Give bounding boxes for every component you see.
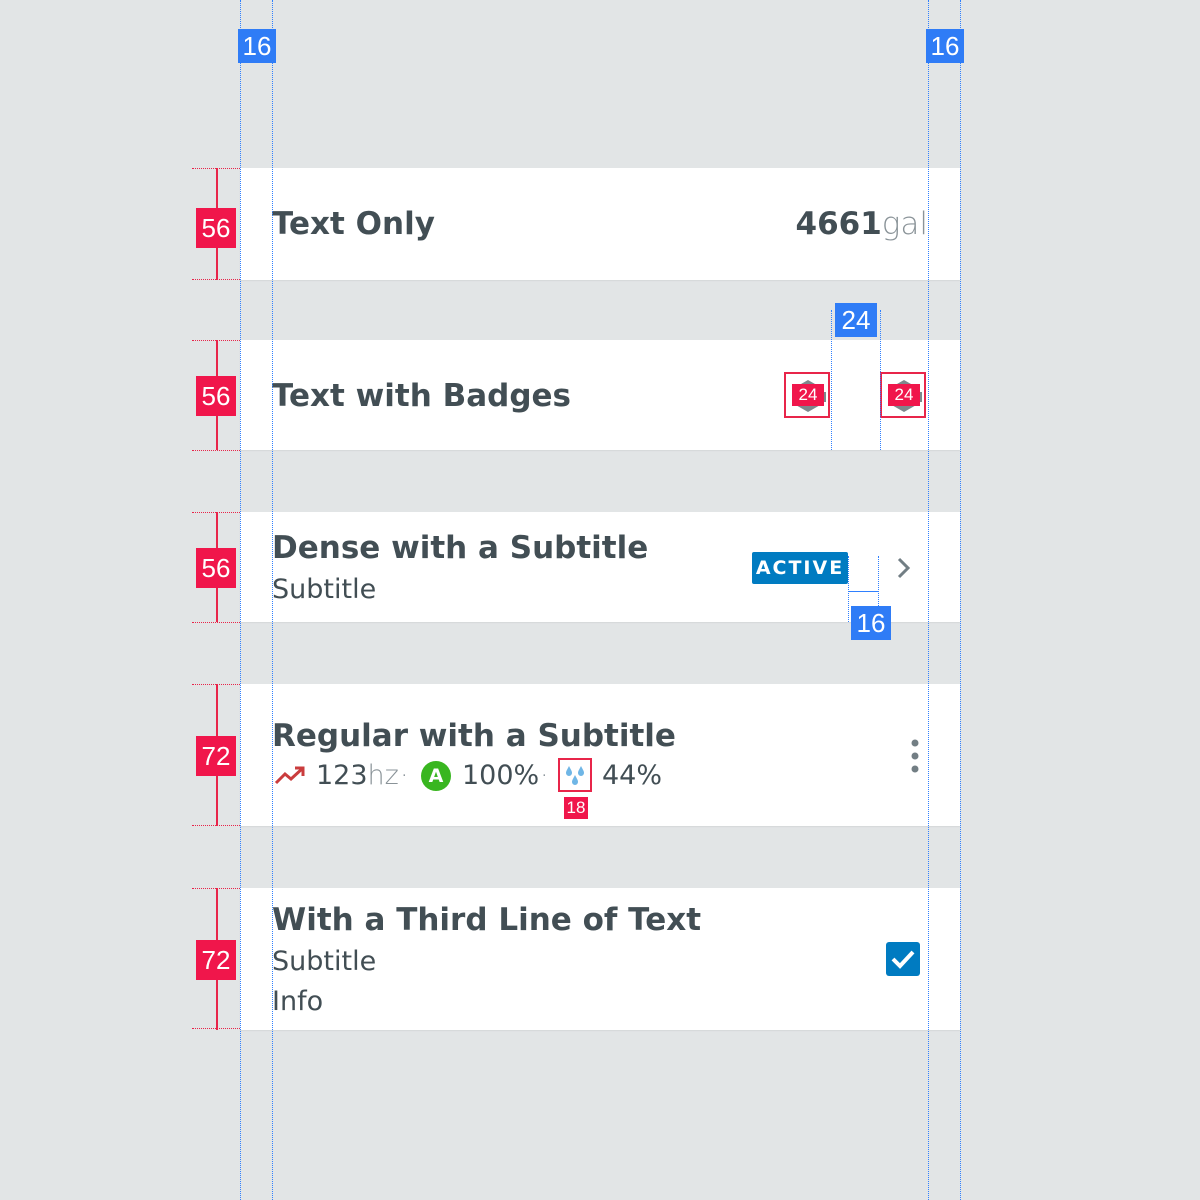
water-drops-icon: [566, 766, 584, 785]
humidity-icon-slot: [558, 758, 592, 792]
trend-unit: hz: [367, 760, 399, 791]
row1-height-label: 56: [196, 208, 236, 248]
row-title: Text with Badges: [272, 378, 572, 414]
row3-bottom-guide: [192, 622, 240, 623]
row-subtitle: Subtitle: [272, 574, 377, 605]
row-info: Info: [272, 986, 324, 1017]
row-checkbox[interactable]: [886, 942, 920, 976]
trend-reading: 123hz: [316, 760, 399, 791]
badge-gap-guide-right: [880, 310, 881, 450]
meta-separator: ·: [540, 760, 549, 791]
grade-letter: A: [428, 765, 444, 787]
row-title: Text Only: [272, 206, 435, 242]
guide-left-outer: [240, 0, 241, 1200]
guide-left-inner: [272, 0, 273, 1200]
row-value: 4661gal: [796, 206, 929, 242]
value-number: 4661: [795, 206, 882, 242]
row5-height-label: 72: [196, 940, 236, 980]
chevron-gap-label: 16: [851, 606, 891, 640]
guide-right-outer: [960, 0, 961, 1200]
row-title: Dense with a Subtitle: [272, 530, 649, 566]
icon-size-label: 18: [564, 797, 588, 819]
value-unit: gal: [881, 206, 928, 242]
row-title: Regular with a Subtitle: [272, 718, 676, 754]
list-item-text-only[interactable]: Text Only 4661gal: [240, 168, 960, 280]
list-item-three-line[interactable]: With a Third Line of Text Subtitle Info: [240, 888, 960, 1030]
list-item-text-with-badges[interactable]: Text with Badges 24 24: [240, 340, 960, 450]
badge-size-label: 24: [792, 384, 824, 406]
row4-height-label: 72: [196, 736, 236, 776]
checkmark-icon: [891, 950, 915, 969]
grade-value: 100%: [462, 760, 540, 791]
trend-value: 123: [316, 760, 368, 791]
chevron-gap-guide-left: [848, 556, 849, 622]
chevron-right-icon[interactable]: [894, 556, 914, 580]
guide-right-inner: [928, 0, 929, 1200]
humidity-value: 44%: [602, 760, 663, 791]
margin-left-label: 16: [238, 29, 276, 63]
badge-slot-1[interactable]: 24: [784, 372, 830, 418]
badge-slot-2[interactable]: 24: [880, 372, 926, 418]
meta-separator: ·: [400, 760, 409, 791]
row-title: With a Third Line of Text: [272, 902, 702, 938]
badge-gap-label: 24: [835, 303, 877, 337]
chevron-gap-line: [849, 591, 879, 592]
badge-size-label: 24: [888, 384, 920, 406]
list-item-regular-subtitle[interactable]: Regular with a Subtitle 123hz · A 100% ·…: [240, 684, 960, 826]
trend-up-icon: [274, 766, 305, 785]
row3-height-label: 56: [196, 548, 236, 588]
badge-gap-guide-left: [831, 310, 832, 450]
status-badge: ACTIVE: [752, 552, 848, 584]
margin-right-label: 16: [926, 29, 964, 63]
row2-bottom-guide: [192, 450, 240, 451]
more-vertical-icon[interactable]: [906, 738, 924, 774]
row-subtitle: Subtitle: [272, 946, 377, 977]
row2-height-label: 56: [196, 376, 236, 416]
